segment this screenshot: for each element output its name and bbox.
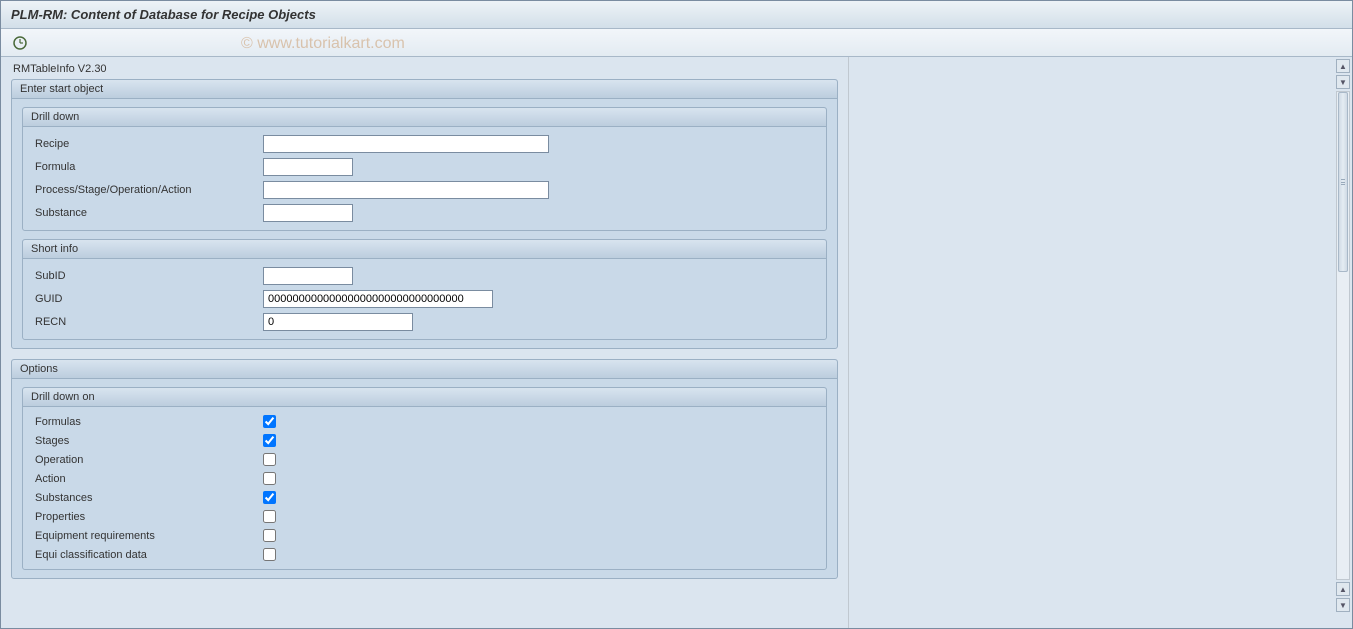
check-operation[interactable] bbox=[263, 453, 276, 466]
group-header-short-info: Short info bbox=[23, 240, 826, 259]
label-substance: Substance bbox=[33, 207, 263, 219]
label-recipe: Recipe bbox=[33, 138, 263, 150]
scroll-down-icon[interactable]: ▼ bbox=[1336, 598, 1350, 612]
group-header-enter-start: Enter start object bbox=[12, 80, 837, 99]
input-substance[interactable] bbox=[263, 204, 353, 222]
check-properties[interactable] bbox=[263, 510, 276, 523]
scroll-bottom-arrows: ▲ ▼ bbox=[1336, 582, 1350, 612]
label-psoa: Process/Stage/Operation/Action bbox=[33, 184, 263, 196]
input-formula[interactable] bbox=[263, 158, 353, 176]
label-equiclass: Equi classification data bbox=[33, 549, 263, 561]
scroll-up-icon[interactable]: ▲ bbox=[1336, 59, 1350, 73]
label-formulas: Formulas bbox=[33, 416, 263, 428]
scrollbar-thumb[interactable] bbox=[1338, 92, 1348, 272]
check-equipreq[interactable] bbox=[263, 529, 276, 542]
scrollbar-track[interactable] bbox=[1336, 91, 1350, 580]
label-subid: SubID bbox=[33, 270, 263, 282]
input-psoa[interactable] bbox=[263, 181, 549, 199]
group-header-drill-down-on: Drill down on bbox=[23, 388, 826, 407]
input-subid[interactable] bbox=[263, 267, 353, 285]
toolbar bbox=[1, 29, 1352, 57]
group-short-info: Short info SubID GUID RECN bbox=[22, 239, 827, 340]
main-area: RMTableInfo V2.30 Enter start object Dri… bbox=[1, 57, 1352, 628]
check-stages[interactable] bbox=[263, 434, 276, 447]
scroll-step-up-icon[interactable]: ▲ bbox=[1336, 582, 1350, 596]
check-substances[interactable] bbox=[263, 491, 276, 504]
group-header-options: Options bbox=[12, 360, 837, 379]
check-action[interactable] bbox=[263, 472, 276, 485]
page-title: PLM-RM: Content of Database for Recipe O… bbox=[11, 7, 316, 22]
group-enter-start-object: Enter start object Drill down Recipe For… bbox=[11, 79, 838, 349]
scroll-top-arrows: ▲ ▼ bbox=[1336, 59, 1350, 89]
input-recn[interactable] bbox=[263, 313, 413, 331]
label-recn: RECN bbox=[33, 316, 263, 328]
label-action: Action bbox=[33, 473, 263, 485]
input-guid[interactable] bbox=[263, 290, 493, 308]
group-header-drill-down: Drill down bbox=[23, 108, 826, 127]
label-substances: Substances bbox=[33, 492, 263, 504]
execute-icon[interactable] bbox=[11, 34, 29, 52]
left-panel: RMTableInfo V2.30 Enter start object Dri… bbox=[1, 57, 848, 628]
scroll-step-down-icon[interactable]: ▼ bbox=[1336, 75, 1350, 89]
label-operation: Operation bbox=[33, 454, 263, 466]
right-panel: ▲ ▼ ▲ ▼ bbox=[848, 57, 1352, 628]
group-drill-down: Drill down Recipe Formula Process/Stage/… bbox=[22, 107, 827, 231]
label-properties: Properties bbox=[33, 511, 263, 523]
label-guid: GUID bbox=[33, 293, 263, 305]
version-label: RMTableInfo V2.30 bbox=[11, 63, 838, 75]
input-recipe[interactable] bbox=[263, 135, 549, 153]
group-drill-down-on: Drill down on Formulas Stages Operation bbox=[22, 387, 827, 570]
check-equiclass[interactable] bbox=[263, 548, 276, 561]
label-formula: Formula bbox=[33, 161, 263, 173]
label-stages: Stages bbox=[33, 435, 263, 447]
title-bar: PLM-RM: Content of Database for Recipe O… bbox=[1, 1, 1352, 29]
label-equipreq: Equipment requirements bbox=[33, 530, 263, 542]
group-options: Options Drill down on Formulas Stages bbox=[11, 359, 838, 579]
check-formulas[interactable] bbox=[263, 415, 276, 428]
